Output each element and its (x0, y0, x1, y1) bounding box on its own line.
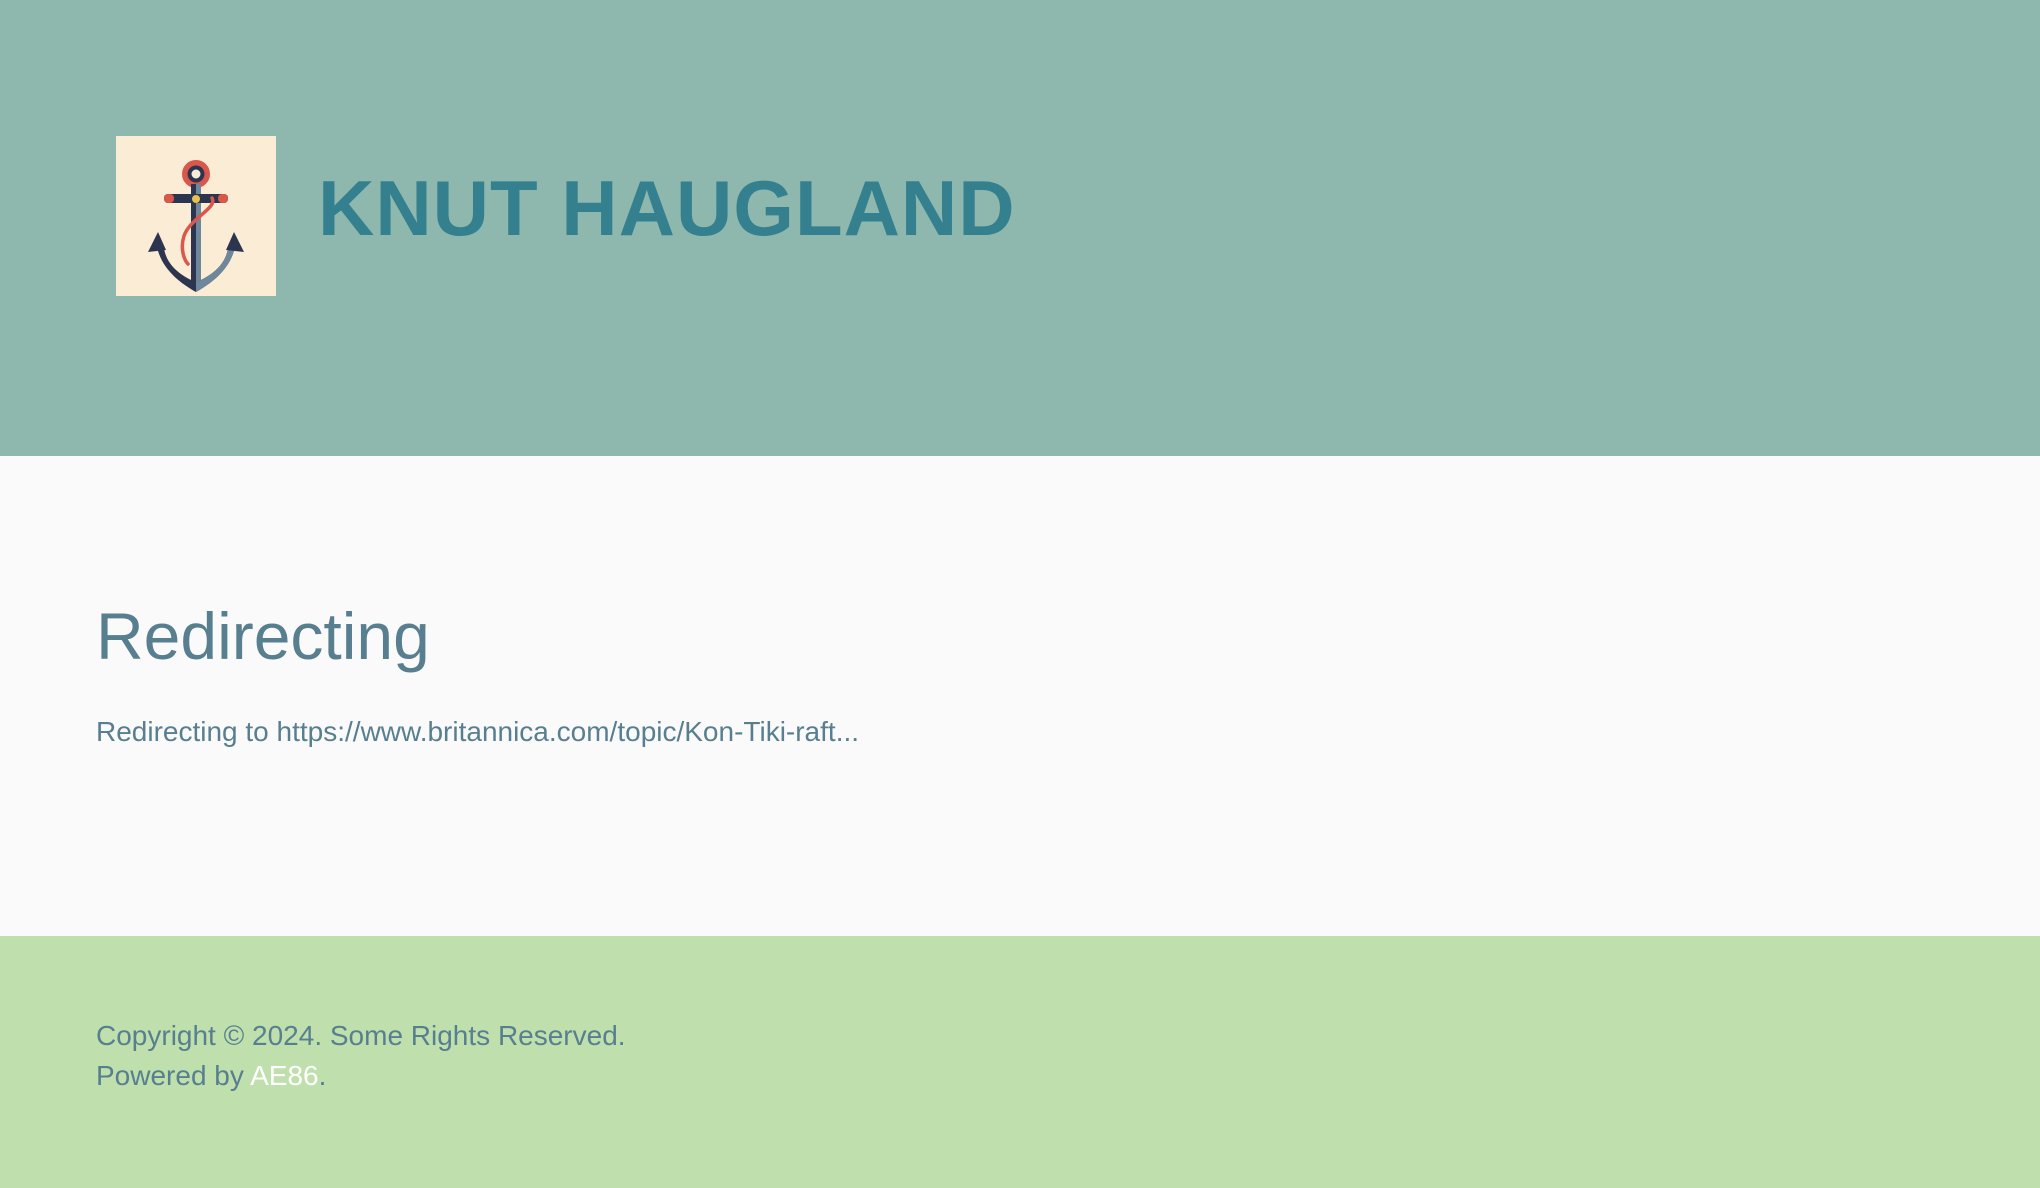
site-header: KNUT HAUGLAND (0, 0, 2040, 456)
main-content: Redirecting Redirecting to https://www.b… (0, 456, 2040, 936)
powered-by-text: Powered by AE86. (96, 1056, 326, 1096)
site-footer: Copyright © 2024. Some Rights Reserved. … (0, 936, 2040, 1188)
site-title-link[interactable]: KNUT HAUGLAND (318, 160, 1016, 256)
site-logo-link[interactable] (116, 136, 276, 296)
ae86-link[interactable]: AE86 (250, 1060, 319, 1091)
copyright-text: Copyright © 2024. Some Rights Reserved. (96, 1020, 626, 1051)
anchor-icon (148, 160, 244, 292)
redirect-message: Redirecting to https://www.britannica.co… (96, 716, 860, 747)
powered-by-suffix: . (318, 1060, 327, 1091)
page-title: Redirecting (96, 599, 430, 673)
powered-by-prefix: Powered by (96, 1060, 251, 1091)
